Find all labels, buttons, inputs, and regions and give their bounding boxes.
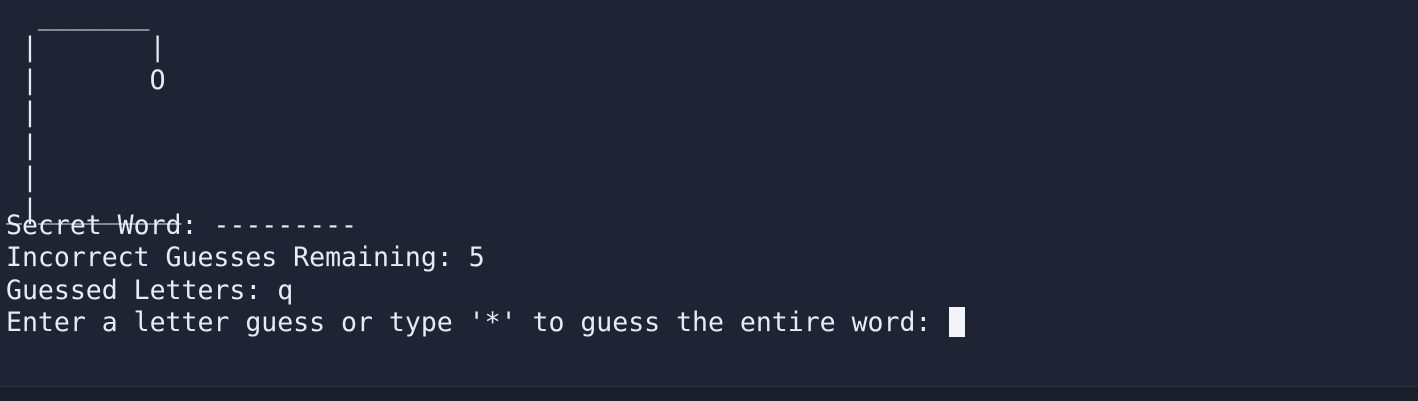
secret-word-line: Secret Word: --------- xyxy=(6,210,965,242)
text-cursor[interactable] xyxy=(949,307,966,338)
terminal-window[interactable]: _______ | | | O | | | _|_________ Secret … xyxy=(0,0,1418,386)
gallows-line-5: | xyxy=(6,129,38,161)
hangman-gallows-ascii: _______ | | | O | | | _|_________ xyxy=(6,0,182,227)
secret-word-value: --------- xyxy=(213,210,358,241)
input-prompt-line[interactable]: Enter a letter guess or type '*' to gues… xyxy=(6,307,966,339)
input-prompt-text: Enter a letter guess or type '*' to gues… xyxy=(6,307,948,339)
remaining-guesses-label: Incorrect Guesses Remaining: xyxy=(6,242,469,274)
secret-word-label: Secret Word: xyxy=(6,210,214,241)
game-status-output: Secret Word: --------- Incorrect Guesses … xyxy=(6,210,966,340)
gallows-line-6: | xyxy=(6,161,38,193)
gallows-line-2: | | xyxy=(6,32,166,64)
remaining-guesses-value: 5 xyxy=(468,242,485,274)
terminal-bottom-edge xyxy=(0,386,1418,401)
guessed-letters-line: Guessed Letters: q xyxy=(6,275,965,307)
guessed-letters-value: q xyxy=(277,274,294,306)
guessed-letters-label: Guessed Letters: xyxy=(6,274,278,306)
gallows-line-1: _______ xyxy=(6,0,150,31)
gallows-line-3: | O xyxy=(6,64,166,96)
gallows-line-4: | xyxy=(6,97,38,129)
remaining-guesses-line: Incorrect Guesses Remaining: 5 xyxy=(6,242,965,274)
